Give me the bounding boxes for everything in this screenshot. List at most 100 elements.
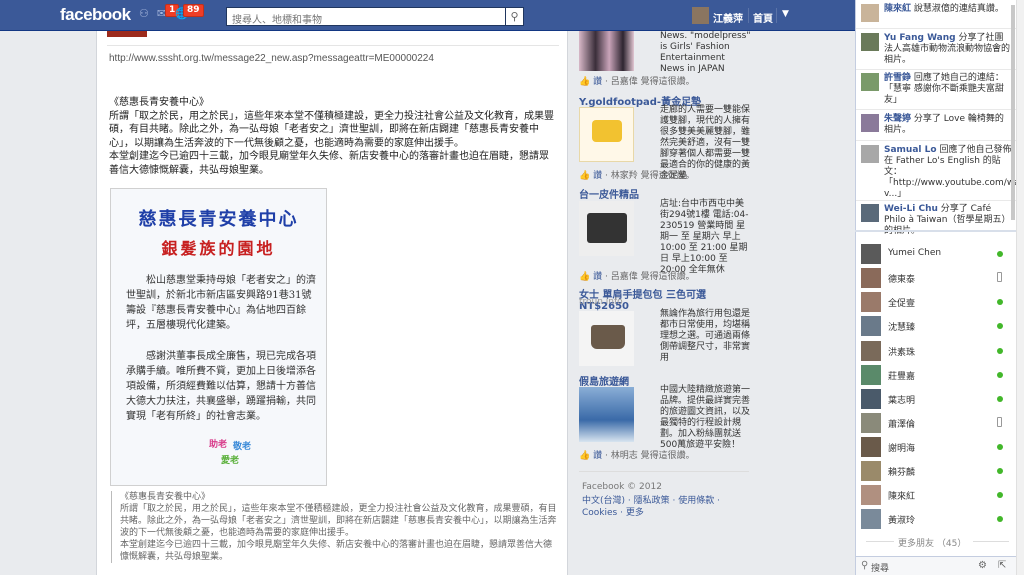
ticker-scrollbar[interactable] xyxy=(1011,5,1015,220)
ad-text[interactable]: 中國大陸精緻旅遊第一品牌。提供最詳實完善的旅遊圖文資訊，以及最獨特的行程設計規劃… xyxy=(660,385,752,451)
divider xyxy=(107,45,559,46)
poster-subtitle: 銀髮族的園地 xyxy=(161,239,276,258)
ad-image[interactable] xyxy=(579,201,634,256)
avatar xyxy=(861,437,881,457)
like-link[interactable]: 讚 xyxy=(593,451,602,461)
like-thumb-icon: 👍 xyxy=(579,451,591,461)
like-user[interactable]: 呂嘉偉 xyxy=(611,77,638,87)
notifications-icon[interactable]: 🌐 89 xyxy=(175,4,204,21)
post-paragraph: 本堂創建迄今已逾四十三載，加今眼見廟堂年久失修、新店安養中心的落審計畫也迫在眉睫… xyxy=(109,151,549,176)
story-actor[interactable]: Samual Lo xyxy=(884,145,937,155)
ad-text[interactable]: 無論作為旅行用包還是都市日常使用，均堪稱理想之選。可通過兩條側帶調整尺寸，非常實… xyxy=(660,309,752,364)
online-status-icon xyxy=(997,299,1003,305)
divider xyxy=(579,471,749,472)
divider xyxy=(856,140,1016,141)
like-suffix: 覺得這很讚。 xyxy=(640,451,695,461)
poster-logo-text: 愛老 xyxy=(221,456,240,466)
ad-social-context: 👍 讚 · 林家羚 覺得這很讚。 xyxy=(579,171,695,181)
ad-title[interactable]: 假島旅遊網 xyxy=(579,373,629,388)
ad-text[interactable]: News. "modelpress" is Girls' Fashion Ent… xyxy=(660,31,752,75)
avatar xyxy=(861,341,881,361)
friend-name: 謝明海 xyxy=(888,444,916,454)
online-status-icon xyxy=(997,516,1003,522)
ticker-resize-handle[interactable] xyxy=(855,230,1016,232)
chat-friend[interactable]: 陳來紅 xyxy=(860,485,1010,505)
footer-links[interactable]: 中文(台灣) · 隱私政策 · 使用條款 · Cookies · 更多 xyxy=(582,495,757,519)
avatar xyxy=(861,292,881,312)
like-user[interactable]: 林家羚 xyxy=(611,171,638,181)
sponsored-column: News. "modelpress" is Girls' Fashion Ent… xyxy=(568,31,757,575)
chat-friend[interactable]: 蕭澤倫 xyxy=(860,413,1010,433)
gear-icon[interactable]: ⚙ xyxy=(978,560,987,571)
chat-friend[interactable]: 謝明海 xyxy=(860,437,1010,457)
user-avatar[interactable] xyxy=(692,7,709,24)
chat-friend[interactable]: 葉志明 xyxy=(860,389,1010,409)
friend-name: Yumei Chen xyxy=(888,248,942,258)
online-status-icon xyxy=(997,468,1003,474)
quote-line: 《慈惠長青安養中心》 xyxy=(120,492,211,502)
divider xyxy=(856,200,1016,201)
online-status-icon xyxy=(997,444,1003,450)
chat-friend[interactable]: 賴芬麟 xyxy=(860,461,1010,481)
page-avatar[interactable] xyxy=(107,31,147,37)
chat-friend[interactable]: 洪素珠 xyxy=(860,341,1010,361)
like-link[interactable]: 讚 xyxy=(593,77,602,87)
popout-icon[interactable]: ⇱ xyxy=(998,560,1006,571)
search-input[interactable]: 搜尋人、地標和事物 xyxy=(226,7,506,26)
online-status-icon xyxy=(997,323,1003,329)
facebook-logo[interactable]: facebook xyxy=(60,5,131,25)
messages-icon[interactable]: ✉ 1 xyxy=(157,4,180,21)
story-actor[interactable]: Wei-Li Chu xyxy=(884,204,938,214)
main-content: http://www.sssht.org.tw/message22_new.as… xyxy=(96,31,568,575)
like-link[interactable]: 讚 xyxy=(593,272,602,282)
post-body: 《慈惠長青安養中心》 所謂「取之於民，用之於民」，這些年來本堂不僅積極建設，更全… xyxy=(109,96,557,177)
chat-friend[interactable]: 沈慧臻 xyxy=(860,316,1010,336)
story-actor[interactable]: 朱聲婷 xyxy=(884,114,911,124)
quote-line: 本堂創建迄今已逾四十三載，加今眼見廟堂年久失修、新店安養中心的落審計畫也迫在眉睫… xyxy=(120,540,553,562)
avatar xyxy=(861,33,879,51)
ad-title[interactable]: 台一皮件精品 xyxy=(579,186,639,201)
friend-requests-icon[interactable]: ⚇ xyxy=(139,7,153,21)
chat-friend[interactable]: 德東泰 xyxy=(860,268,1010,288)
ad-image[interactable] xyxy=(579,387,634,442)
top-bar: facebook ⚇ ✉ 1 🌐 89 搜尋人、地標和事物 ⚲ 江義萍 首頁 ▼ xyxy=(0,0,855,31)
like-user[interactable]: 呂嘉偉 xyxy=(611,272,638,282)
mobile-status-icon xyxy=(997,272,1002,282)
chat-friend[interactable]: 黃淑玲 xyxy=(860,509,1010,529)
like-suffix: 覺得這很讚。 xyxy=(640,272,695,282)
post-paragraph: 《慈惠長青安養中心》 xyxy=(109,97,209,108)
friend-name: 洪素珠 xyxy=(888,348,916,358)
post-link[interactable]: http://www.sssht.org.tw/message22_new.as… xyxy=(109,53,434,64)
story-actor[interactable]: 許雪錚 xyxy=(884,73,911,83)
story-actor[interactable]: Yu Fang Wang xyxy=(884,33,956,43)
ad-social-context: 👍 讚 · 呂嘉偉 覺得這很讚。 xyxy=(579,77,695,87)
poster-logo-text: 敬老 xyxy=(233,442,252,452)
page-scrollbar[interactable] xyxy=(1016,0,1024,575)
avatar xyxy=(861,114,879,132)
more-friends-link[interactable]: 更多朋友 （45） xyxy=(898,536,966,549)
divider xyxy=(866,541,894,542)
avatar xyxy=(861,316,881,336)
home-link[interactable]: 首頁 xyxy=(753,10,773,25)
friend-name: 葉志明 xyxy=(888,396,916,406)
post-paragraph: 所謂「取之於民，用之於民」，這些年來本堂不僅積極建設，更全力投注社會公益及文化教… xyxy=(109,110,554,149)
chat-friend[interactable]: 莊豐嘉 xyxy=(860,365,1010,385)
story-actor[interactable]: 陳來紅 xyxy=(884,4,911,14)
user-name-link[interactable]: 江義萍 xyxy=(713,10,743,25)
poster-image[interactable]: 慈惠長青安養中心 銀髮族的園地 松山慈惠堂秉持母娘「老者安之」的濟世聖訓，於新北… xyxy=(110,188,327,486)
chat-friend[interactable]: Yumei Chen xyxy=(860,244,1010,264)
chat-search-input[interactable]: 搜尋 xyxy=(871,561,889,574)
nav-divider xyxy=(748,8,749,23)
ad-image[interactable] xyxy=(579,107,634,162)
search-icon[interactable]: ⚲ xyxy=(506,7,524,26)
account-menu-caret-icon[interactable]: ▼ xyxy=(782,9,789,19)
like-link[interactable]: 讚 xyxy=(593,171,602,181)
ad-image[interactable] xyxy=(579,311,634,366)
like-user[interactable]: 林明志 xyxy=(611,451,638,461)
online-status-icon xyxy=(997,492,1003,498)
ad-image[interactable] xyxy=(579,31,634,71)
friend-name: 蕭澤倫 xyxy=(888,420,916,430)
ad-social-context: 👍 讚 · 呂嘉偉 覺得這很讚。 xyxy=(579,272,695,282)
ad-text[interactable]: 店址:台中市西屯中美街294號1樓 電話:04-230519 營業時間 星期一 … xyxy=(660,199,752,276)
chat-friend[interactable]: 全促壹 xyxy=(860,292,1010,312)
